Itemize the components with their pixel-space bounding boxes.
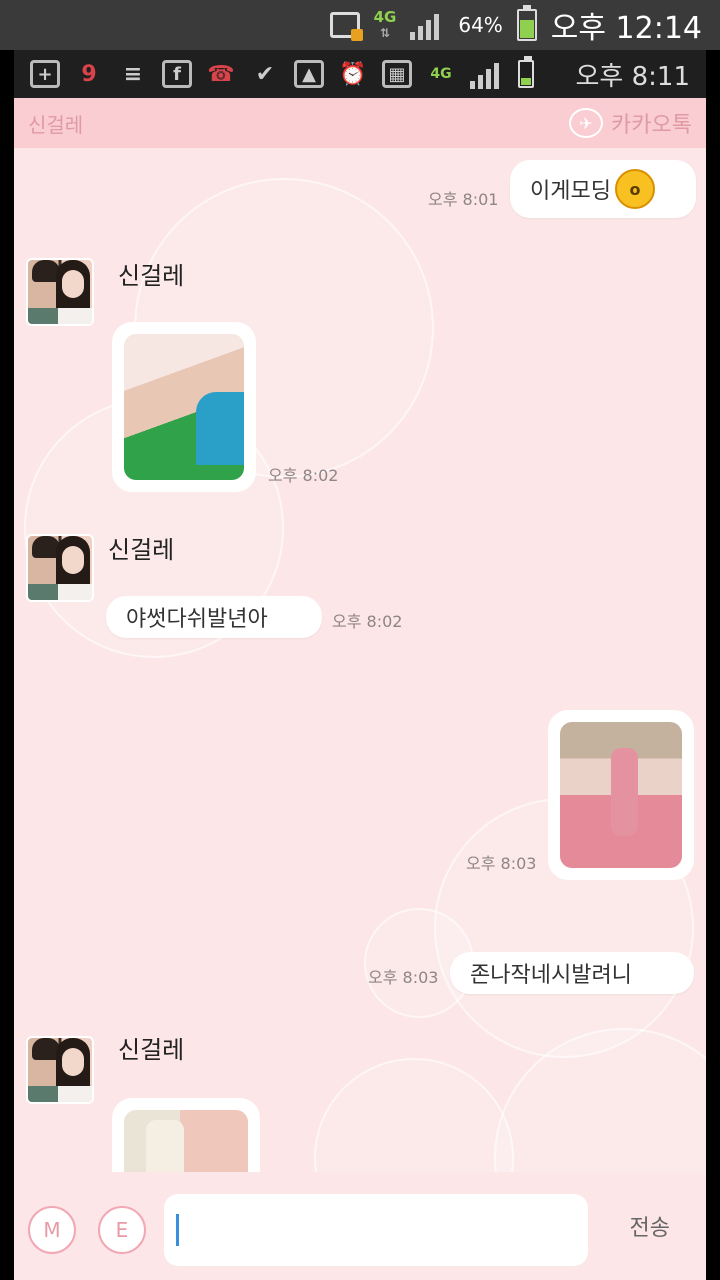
message-input-bar: M E 전송 [14,1172,706,1280]
image-message[interactable] [548,710,694,880]
other-message-bubble[interactable]: 야썻다쉬발년아 [106,596,322,638]
kakaotalk-logo-icon: ✈ [569,108,604,138]
avatar[interactable] [26,1036,94,1104]
facebook-icon: f [162,60,192,88]
system-status-bar: 4G ⇅ 64% 오후 12:14 [0,0,720,50]
emoticon-button[interactable]: E [98,1206,146,1254]
chat-header: 신걸레 ✈ 카카오톡 [14,98,706,148]
brand-label: 카카오톡 [611,113,692,138]
text-cursor [176,1214,179,1246]
surprised-emoji-icon: o [614,169,655,209]
message-time: 오후 8:03 [368,968,439,987]
battery-percent: 64% [458,13,503,37]
message-text: 존나작네시발려니 [470,963,632,988]
kakaotalk-brand: ✈ 카카오톡 [569,107,692,139]
message-time: 오후 8:03 [466,854,537,873]
chat-title: 신걸레 [28,112,84,137]
alarm-icon: ⏰ [339,61,367,87]
screenshot-icon: ▦ [382,60,412,88]
shared-photo [560,722,682,868]
battery-icon [516,5,537,41]
notification-time: 오후 8:11 [575,61,691,92]
signal-icon [470,59,504,89]
message-text: 이게모딩 [530,179,611,204]
message-time: 오후 8:01 [428,190,499,209]
battery-icon [518,56,534,88]
network-4g-icon: 4G [430,66,452,82]
sender-name: 신걸레 [118,262,185,290]
my-message-bubble[interactable]: 존나작네시발려니 [450,952,694,994]
message-text: 야썻다쉬발년아 [126,607,268,632]
check-icon: ✔ [255,61,275,87]
message-time: 오후 8:02 [332,612,403,631]
list-icon: ≡ [123,61,143,87]
sender-name: 신걸레 [118,1036,185,1064]
my-message-bubble[interactable]: 이게모딩 o [510,160,696,218]
avatar[interactable] [26,534,94,602]
image-message[interactable] [112,322,256,492]
system-time: 오후 12:14 [550,11,702,46]
chat-screen[interactable]: 신걸레 ✈ 카카오톡 오후 8:01 이게모딩 o 신걸레 오후 8:02 신걸… [14,98,706,1280]
missed-call-icon: ☎ [207,61,235,87]
add-icon: + [30,60,60,88]
send-button[interactable]: 전송 [630,1210,670,1242]
gallery-icon: ▲ [294,60,324,88]
shared-photo [124,334,244,480]
m-button[interactable]: M [28,1206,76,1254]
signal-icon [410,10,444,40]
screenshot-icon [329,12,363,41]
bow-icon: 9 [81,61,97,87]
network-4g-icon: 4G ⇅ [373,8,397,40]
message-time: 오후 8:02 [268,466,339,485]
avatar[interactable] [26,258,94,326]
notification-bar: + 9 ≡ f ☎ ✔ ▲ ⏰ ▦ 4G 오후 8:11 [14,50,706,98]
message-input[interactable] [164,1194,588,1266]
sender-name: 신걸레 [108,536,175,564]
